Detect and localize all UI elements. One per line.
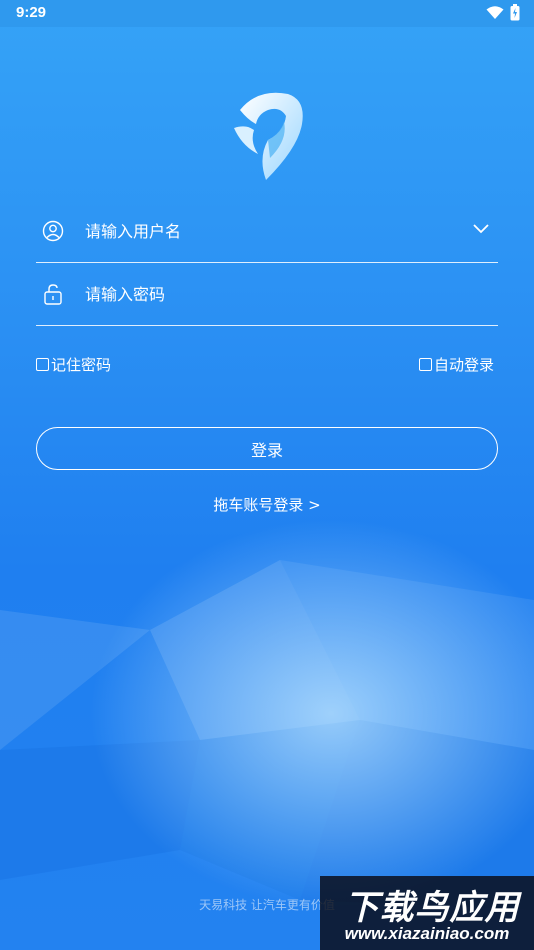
username-input[interactable] — [85, 218, 445, 244]
battery-icon — [510, 4, 520, 21]
auto-login-label: 自动登录 — [434, 356, 495, 374]
watermark: 下载鸟应用 www.xiazainiao.com — [320, 876, 534, 950]
remember-password-label: 记住密码 — [51, 356, 112, 374]
status-bar: 9:29 — [0, 0, 534, 27]
login-button[interactable]: 登录 — [36, 427, 498, 470]
status-icons — [486, 4, 520, 21]
checkbox-box[interactable] — [36, 358, 49, 371]
remember-password-checkbox[interactable]: 记住密码 — [36, 354, 111, 375]
login-button-label: 登录 — [250, 440, 283, 460]
password-input[interactable] — [85, 281, 445, 307]
app-logo — [234, 92, 303, 180]
username-field — [36, 202, 498, 263]
user-icon — [42, 220, 64, 242]
tow-account-login-link[interactable]: 拖车账号登录 > — [0, 494, 534, 515]
auto-login-checkbox[interactable]: 自动登录 — [419, 354, 494, 375]
chevron-down-icon[interactable] — [472, 222, 490, 236]
password-field — [36, 265, 498, 326]
watermark-title: 下载鸟应用 — [344, 888, 520, 928]
checkbox-box[interactable] — [419, 358, 432, 371]
status-time: 9:29 — [16, 4, 47, 21]
wifi-icon — [486, 5, 504, 19]
unlock-icon — [44, 284, 62, 305]
watermark-url: www.xiazainiao.com — [344, 924, 510, 943]
